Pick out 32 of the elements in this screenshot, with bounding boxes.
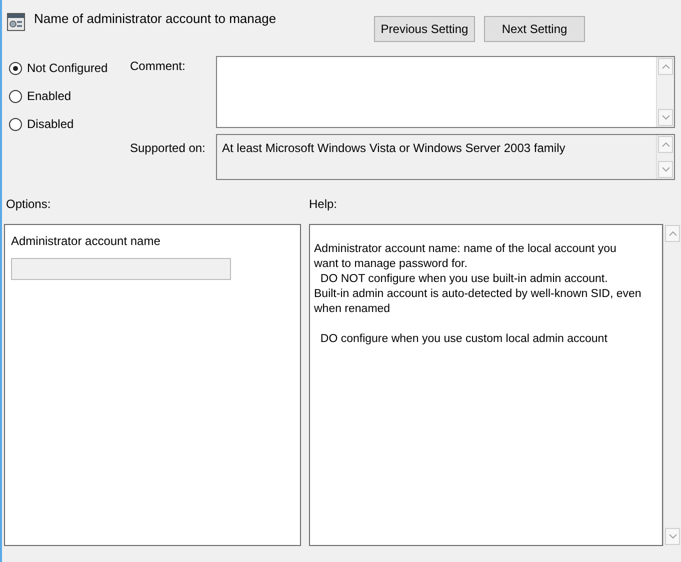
scroll-down-icon[interactable] [662,115,670,120]
scrollbar[interactable] [656,57,674,127]
scroll-up-icon[interactable] [662,64,670,69]
scrollbar[interactable] [663,224,681,546]
help-text-line: Administrator account name: name of the local account you [314,242,616,257]
supported-on-label: Supported on: [130,140,206,157]
radio-option[interactable]: Disabled [9,116,130,132]
next-setting-button[interactable]: Next Setting [484,16,585,42]
help-text-line: DO configure when you use custom local admin account [319,332,608,347]
setting-title: Name of administrator account to manage [34,10,276,28]
radio-option[interactable]: Enabled [9,88,130,104]
radio-option[interactable]: Not Configured [9,60,130,76]
account-name-label: Administrator account name [11,233,162,250]
options-label: Options: [5,196,52,211]
radio-button[interactable] [9,90,22,102]
help-text-line: when renamed [314,302,390,317]
comment-field[interactable] [216,56,675,128]
scroll-down-icon[interactable] [668,534,676,539]
radio-button[interactable] [9,118,22,130]
help-text-line: DO NOT configure when you use built-in admin account. [319,272,608,287]
scroll-up-icon[interactable] [662,142,670,147]
supported-on-text: At least Microsoft Windows Vista or Windows Server 2003 family [221,140,566,157]
scroll-up-icon[interactable] [668,231,676,236]
scroll-down-icon[interactable] [662,167,670,172]
help-text-line: Built-in admin account is auto-detected by well-known SID, even [314,287,642,302]
help-label: Help: [309,196,338,211]
policy-setting-icon [7,13,25,31]
help-text-line: want to manage password for. [314,257,468,272]
radio-button[interactable] [9,62,22,74]
scrollbar[interactable] [656,135,674,179]
comment-label: Comment: [130,58,186,75]
previous-setting-button[interactable]: Previous Setting [374,16,475,42]
